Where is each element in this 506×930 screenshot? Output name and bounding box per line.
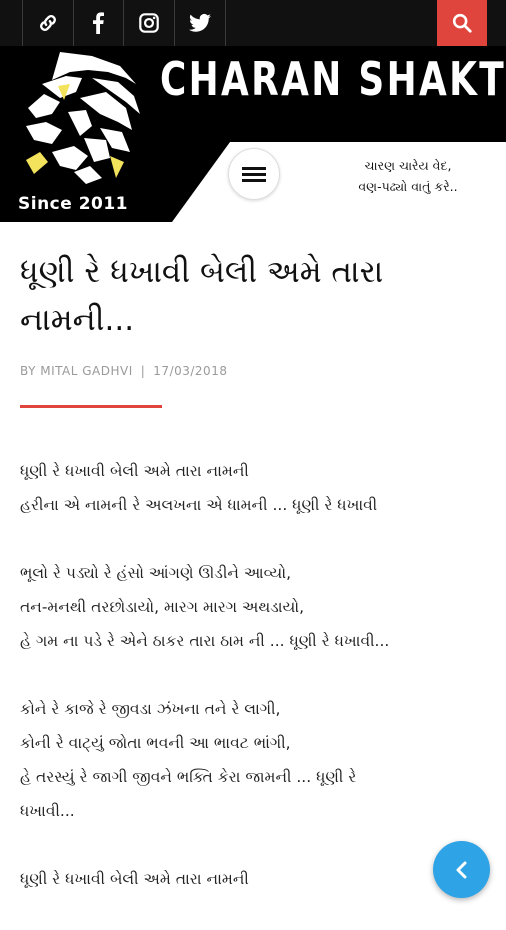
article-author[interactable]: BY MITAL GADHVI bbox=[20, 364, 133, 378]
stanza-4: ધૂણી રે ધખાવી બેલી અમે તારા નામની bbox=[20, 862, 495, 896]
facebook-icon[interactable] bbox=[73, 0, 124, 46]
stanza-2: ભૂલો રે પડ્યો રે હંસો આંગણે ઊડીને આવ્યો,… bbox=[20, 556, 495, 658]
search-icon bbox=[452, 13, 472, 33]
tagline: ચારણ ચારેય વેદ, વણ-પઢ્યો વાતું કરે.. bbox=[318, 155, 498, 197]
article-title: ધૂણી રે ધખાવી બેલી અમે તારા નામની... bbox=[20, 254, 384, 338]
menu-button[interactable] bbox=[228, 148, 280, 200]
article-body: ધૂણી રે ધખાવી બેલી અમે તારા નામની હરીના … bbox=[20, 454, 495, 930]
lion-logo bbox=[26, 52, 140, 184]
instagram-icon[interactable] bbox=[124, 0, 175, 46]
verse-line: હરીના એ નામની રે અલખના એ ધામની ... ધૂણી … bbox=[20, 496, 378, 514]
since-label: Since 2011 bbox=[18, 194, 129, 214]
verse-line: કોની રે વાટ્યું જોતા ભવની આ ભાવટ ભાંગી, bbox=[20, 734, 291, 752]
article-date: 17/03/2018 bbox=[153, 364, 228, 378]
article-meta: BY MITAL GADHVI | 17/03/2018 bbox=[20, 364, 227, 378]
top-bar bbox=[0, 0, 506, 46]
hamburger-menu-icon bbox=[242, 164, 266, 185]
stanza-3: કોને રે કાજે રે જીવડા ઝંખના તને રે લાગી,… bbox=[20, 692, 495, 828]
verse-line: તન-મનથી તરછોડાયો, મારગ મારગ અથડાયો, bbox=[20, 598, 305, 616]
stanza-1: ધૂણી રે ધખાવી બેલી અમે તારા નામની હરીના … bbox=[20, 454, 495, 522]
tagline-line-1: ચારણ ચારેય વેદ, bbox=[364, 158, 452, 173]
verse-line: ધૂણી રે ધખાવી બેલી અમે તારા નામની bbox=[20, 870, 249, 888]
title-divider bbox=[20, 405, 162, 408]
back-button[interactable] bbox=[433, 841, 490, 898]
verse-line: કોને રે કાજે રે જીવડા ઝંખના તને રે લાગી, bbox=[20, 700, 281, 718]
brand-name[interactable]: CHARAN SHAKTI bbox=[160, 52, 506, 106]
twitter-icon[interactable] bbox=[175, 0, 226, 46]
meta-separator: | bbox=[140, 364, 146, 378]
verse-line: ધૂણી રે ધખાવી બેલી અમે તારા નામની bbox=[20, 462, 249, 480]
verse-line: હે ગમ ના પડે રે એને ઠાકર તારા ઠામ ની ...… bbox=[20, 632, 390, 650]
verse-line: હે તરસ્યું રે જાગી જીવને ભક્તિ કેરા જામન… bbox=[20, 768, 357, 786]
search-button[interactable] bbox=[437, 0, 487, 46]
chevron-left-icon bbox=[456, 861, 466, 878]
tagline-line-2: વણ-પઢ્યો વાતું કરે.. bbox=[358, 179, 458, 194]
verse-line: ધખાવી... bbox=[20, 802, 75, 820]
link-icon[interactable] bbox=[22, 0, 74, 46]
verse-line: ભૂલો રે પડ્યો રે હંસો આંગણે ઊડીને આવ્યો, bbox=[20, 564, 292, 582]
